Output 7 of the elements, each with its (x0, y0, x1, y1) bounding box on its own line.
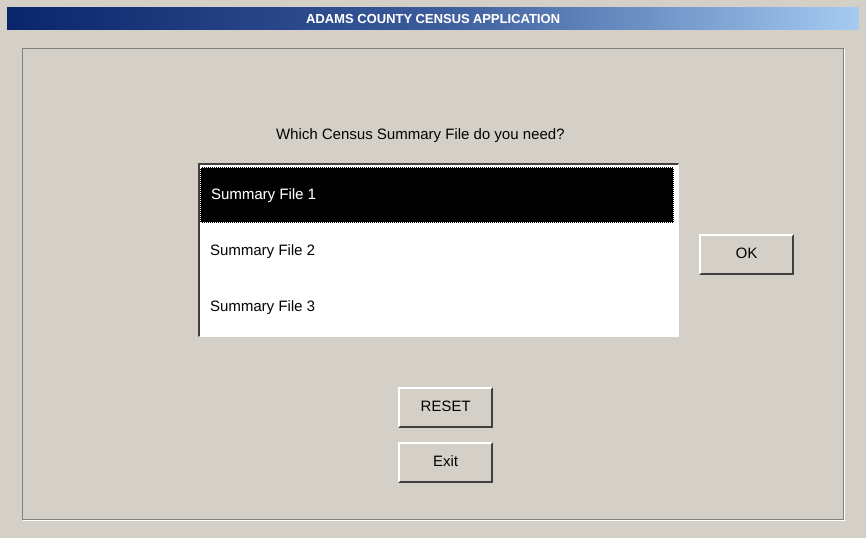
dialog-button[interactable]: Exit (398, 442, 493, 483)
ok-button[interactable]: OK (699, 234, 794, 275)
prompt-text: Which Census Summary File do you need? (276, 126, 564, 143)
dialog-button[interactable]: RESET (398, 387, 493, 428)
window-title: ADAMS COUNTY CENSUS APPLICATION (306, 10, 560, 28)
list-item[interactable]: Summary File 1 (200, 167, 674, 223)
file-list[interactable]: Summary File 1 Summary File 2 Summary File 3 (198, 163, 679, 337)
